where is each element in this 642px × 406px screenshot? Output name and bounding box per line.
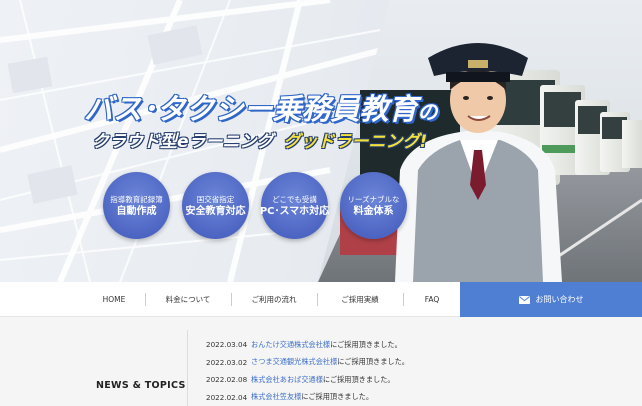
contact-button[interactable]: お問い合わせ — [460, 282, 642, 317]
news-text: にご採用頂きました。 — [301, 392, 374, 402]
hero-headline: バス･タクシー乗務員教育の — [83, 86, 438, 128]
nav-faq[interactable]: FAQ — [404, 282, 460, 317]
feature-badge-line1: 国交省指定 — [196, 194, 235, 204]
feature-badge-line2: 自動作成 — [116, 205, 157, 217]
feature-badge-line2: 料金体系 — [353, 205, 394, 217]
nav-home[interactable]: HOME — [84, 282, 144, 317]
feature-badge-line2: PC･スマホ対応 — [259, 205, 330, 217]
news-company-link[interactable]: おんたけ交通株式会社様 — [251, 340, 330, 350]
news-company-link[interactable]: 株式会社笠友様 — [251, 392, 301, 402]
news-heading: NEWS & TOPICS — [96, 380, 186, 391]
news-item: 2022.02.08 株式会社あおば交通様 にご採用頂きました。 — [206, 371, 409, 389]
feature-badge-devices: どこでも受講 PC･スマホ対応 — [259, 172, 330, 239]
news-item: 2022.03.04 おんたけ交通株式会社様 にご採用頂きました。 — [206, 336, 409, 354]
news-divider — [187, 330, 188, 406]
feature-badge-line1: どこでも受講 — [272, 194, 317, 204]
feature-badge-line1: 指導教育記録簿 — [110, 194, 163, 204]
news-item: 2022.03.02 さつま交通観光株式会社様 にご採用頂きました。 — [206, 354, 409, 372]
hero-subheadline: クラウド型eラーニング グッドラーニング! — [92, 127, 428, 153]
feature-badges: 指導教育記録簿 自動作成 国交省指定 安全教育対応 どこでも受講 PC･スマホ対… — [103, 172, 407, 239]
news-text: にご採用頂きました。 — [322, 374, 395, 384]
hero-headline-suffix: の — [417, 99, 438, 124]
contact-button-label: お問い合わせ — [535, 295, 584, 304]
hero-sub-service: クラウド型eラーニング — [92, 132, 275, 153]
news-date: 2022.02.04 — [206, 392, 248, 402]
news-company-link[interactable]: 株式会社あおば交通様 — [251, 375, 323, 385]
feature-badge-pricing: リーズナブルな 料金体系 — [340, 172, 407, 239]
news-text: にご採用頂きました。 — [337, 357, 409, 367]
feature-badge-records: 指導教育記録簿 自動作成 — [103, 172, 170, 239]
news-list: 2022.03.04 おんたけ交通株式会社様 にご採用頂きました。 2022.0… — [206, 336, 409, 406]
news-date: 2022.03.04 — [206, 340, 248, 350]
hero-banner: バス･タクシー乗務員教育の クラウド型eラーニング グッドラーニング! 指導教育… — [0, 0, 642, 282]
hero-headline-main: バス･タクシー乗務員教育 — [83, 91, 418, 126]
news-text: にご採用頂きました。 — [330, 339, 402, 349]
nav-cases[interactable]: ご採用実績 — [318, 282, 402, 317]
nav-flow[interactable]: ご利用の流れ — [232, 282, 316, 317]
news-item: 2022.02.04 株式会社笠友様 にご採用頂きました。 — [206, 389, 409, 406]
news-company-link[interactable]: さつま交通観光株式会社様 — [251, 357, 337, 367]
main-nav: HOME 料金について ご利用の流れ ご採用実績 FAQ お問い合わせ — [0, 282, 642, 317]
feature-badge-safety: 国交省指定 安全教育対応 — [182, 172, 249, 239]
feature-badge-line2: 安全教育対応 — [185, 205, 246, 217]
news-date: 2022.03.02 — [206, 357, 248, 367]
hero-sub-brand: グッドラーニング! — [283, 132, 428, 153]
mail-icon — [518, 295, 530, 304]
feature-badge-line1: リーズナブルな — [347, 194, 400, 204]
nav-pricing[interactable]: 料金について — [146, 282, 230, 317]
news-date: 2022.02.08 — [206, 375, 248, 385]
